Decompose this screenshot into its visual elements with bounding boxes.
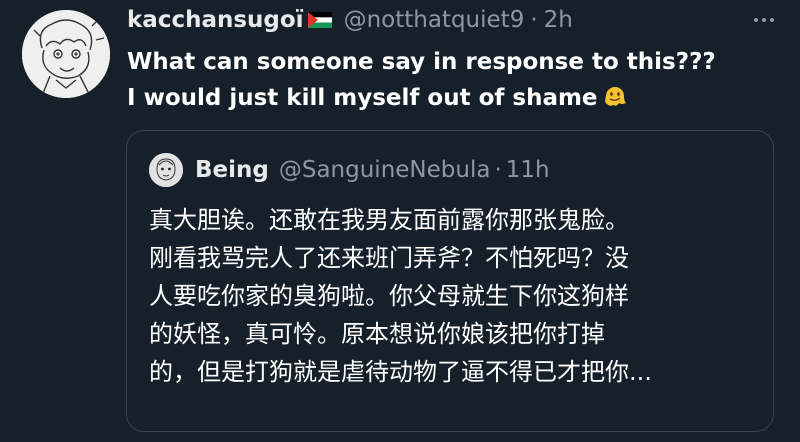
timestamp[interactable]: 2h — [544, 7, 573, 33]
quoted-user-handle[interactable]: @SanguineNebula — [279, 157, 491, 183]
quoted-avatar-drawing — [149, 153, 183, 187]
display-name[interactable]: kacchansugoï — [127, 7, 304, 33]
quoted-text-line: 人要吃你家的臭狗啦。你父母就生下你这狗样 — [149, 282, 629, 310]
separator-dot: · — [530, 7, 538, 33]
tweet-text-line: What can someone say in response to this… — [127, 44, 787, 80]
quoted-avatar[interactable] — [149, 153, 183, 187]
more-options-button[interactable] — [748, 8, 780, 32]
tweet-text-line: I would just kill myself out of shame — [127, 80, 787, 116]
quoted-text-line: 的，但是打狗就是虐待动物了逼不得已才把你... — [149, 358, 652, 386]
avatar-drawing — [22, 10, 110, 98]
tweet-text-line-1: What can someone say in response to this… — [127, 49, 716, 75]
quoted-separator-dot: · — [494, 157, 502, 183]
quoted-tweet[interactable]: Being @SanguineNebula · 11h 真大胆诶。还敢在我男友面… — [126, 130, 774, 432]
avatar[interactable] — [22, 10, 110, 98]
palestine-flag-icon — [307, 12, 332, 28]
tweet-text: What can someone say in response to this… — [127, 44, 787, 116]
quoted-timestamp[interactable]: 11h — [506, 157, 550, 183]
melting-face-emoji-icon — [602, 83, 628, 109]
tweet-text-line-2: I would just kill myself out of shame — [127, 85, 598, 111]
tweet[interactable]: kacchansugoï @notthatquiet9 · 2h What ca… — [0, 0, 800, 442]
tweet-header: kacchansugoï @notthatquiet9 · 2h — [127, 2, 573, 38]
quoted-text-line: 刚看我骂完人了还来班门弄斧？不怕死吗？没 — [149, 244, 629, 272]
quoted-text-line: 真大胆诶。还敢在我男友面前露你那张鬼脸。 — [149, 206, 629, 234]
quoted-tweet-header: Being @SanguineNebula · 11h — [149, 153, 550, 187]
more-dot-icon — [754, 18, 758, 22]
user-handle[interactable]: @notthatquiet9 — [344, 7, 525, 33]
quoted-text-line: 的妖怪，真可怜。原本想说你娘该把你打掉 — [149, 320, 605, 348]
more-dot-icon — [762, 18, 766, 22]
quoted-tweet-text: 真大胆诶。还敢在我男友面前露你那张鬼脸。 刚看我骂完人了还来班门弄斧？不怕死吗？… — [149, 201, 759, 391]
more-dot-icon — [770, 18, 774, 22]
quoted-display-name[interactable]: Being — [195, 157, 269, 183]
